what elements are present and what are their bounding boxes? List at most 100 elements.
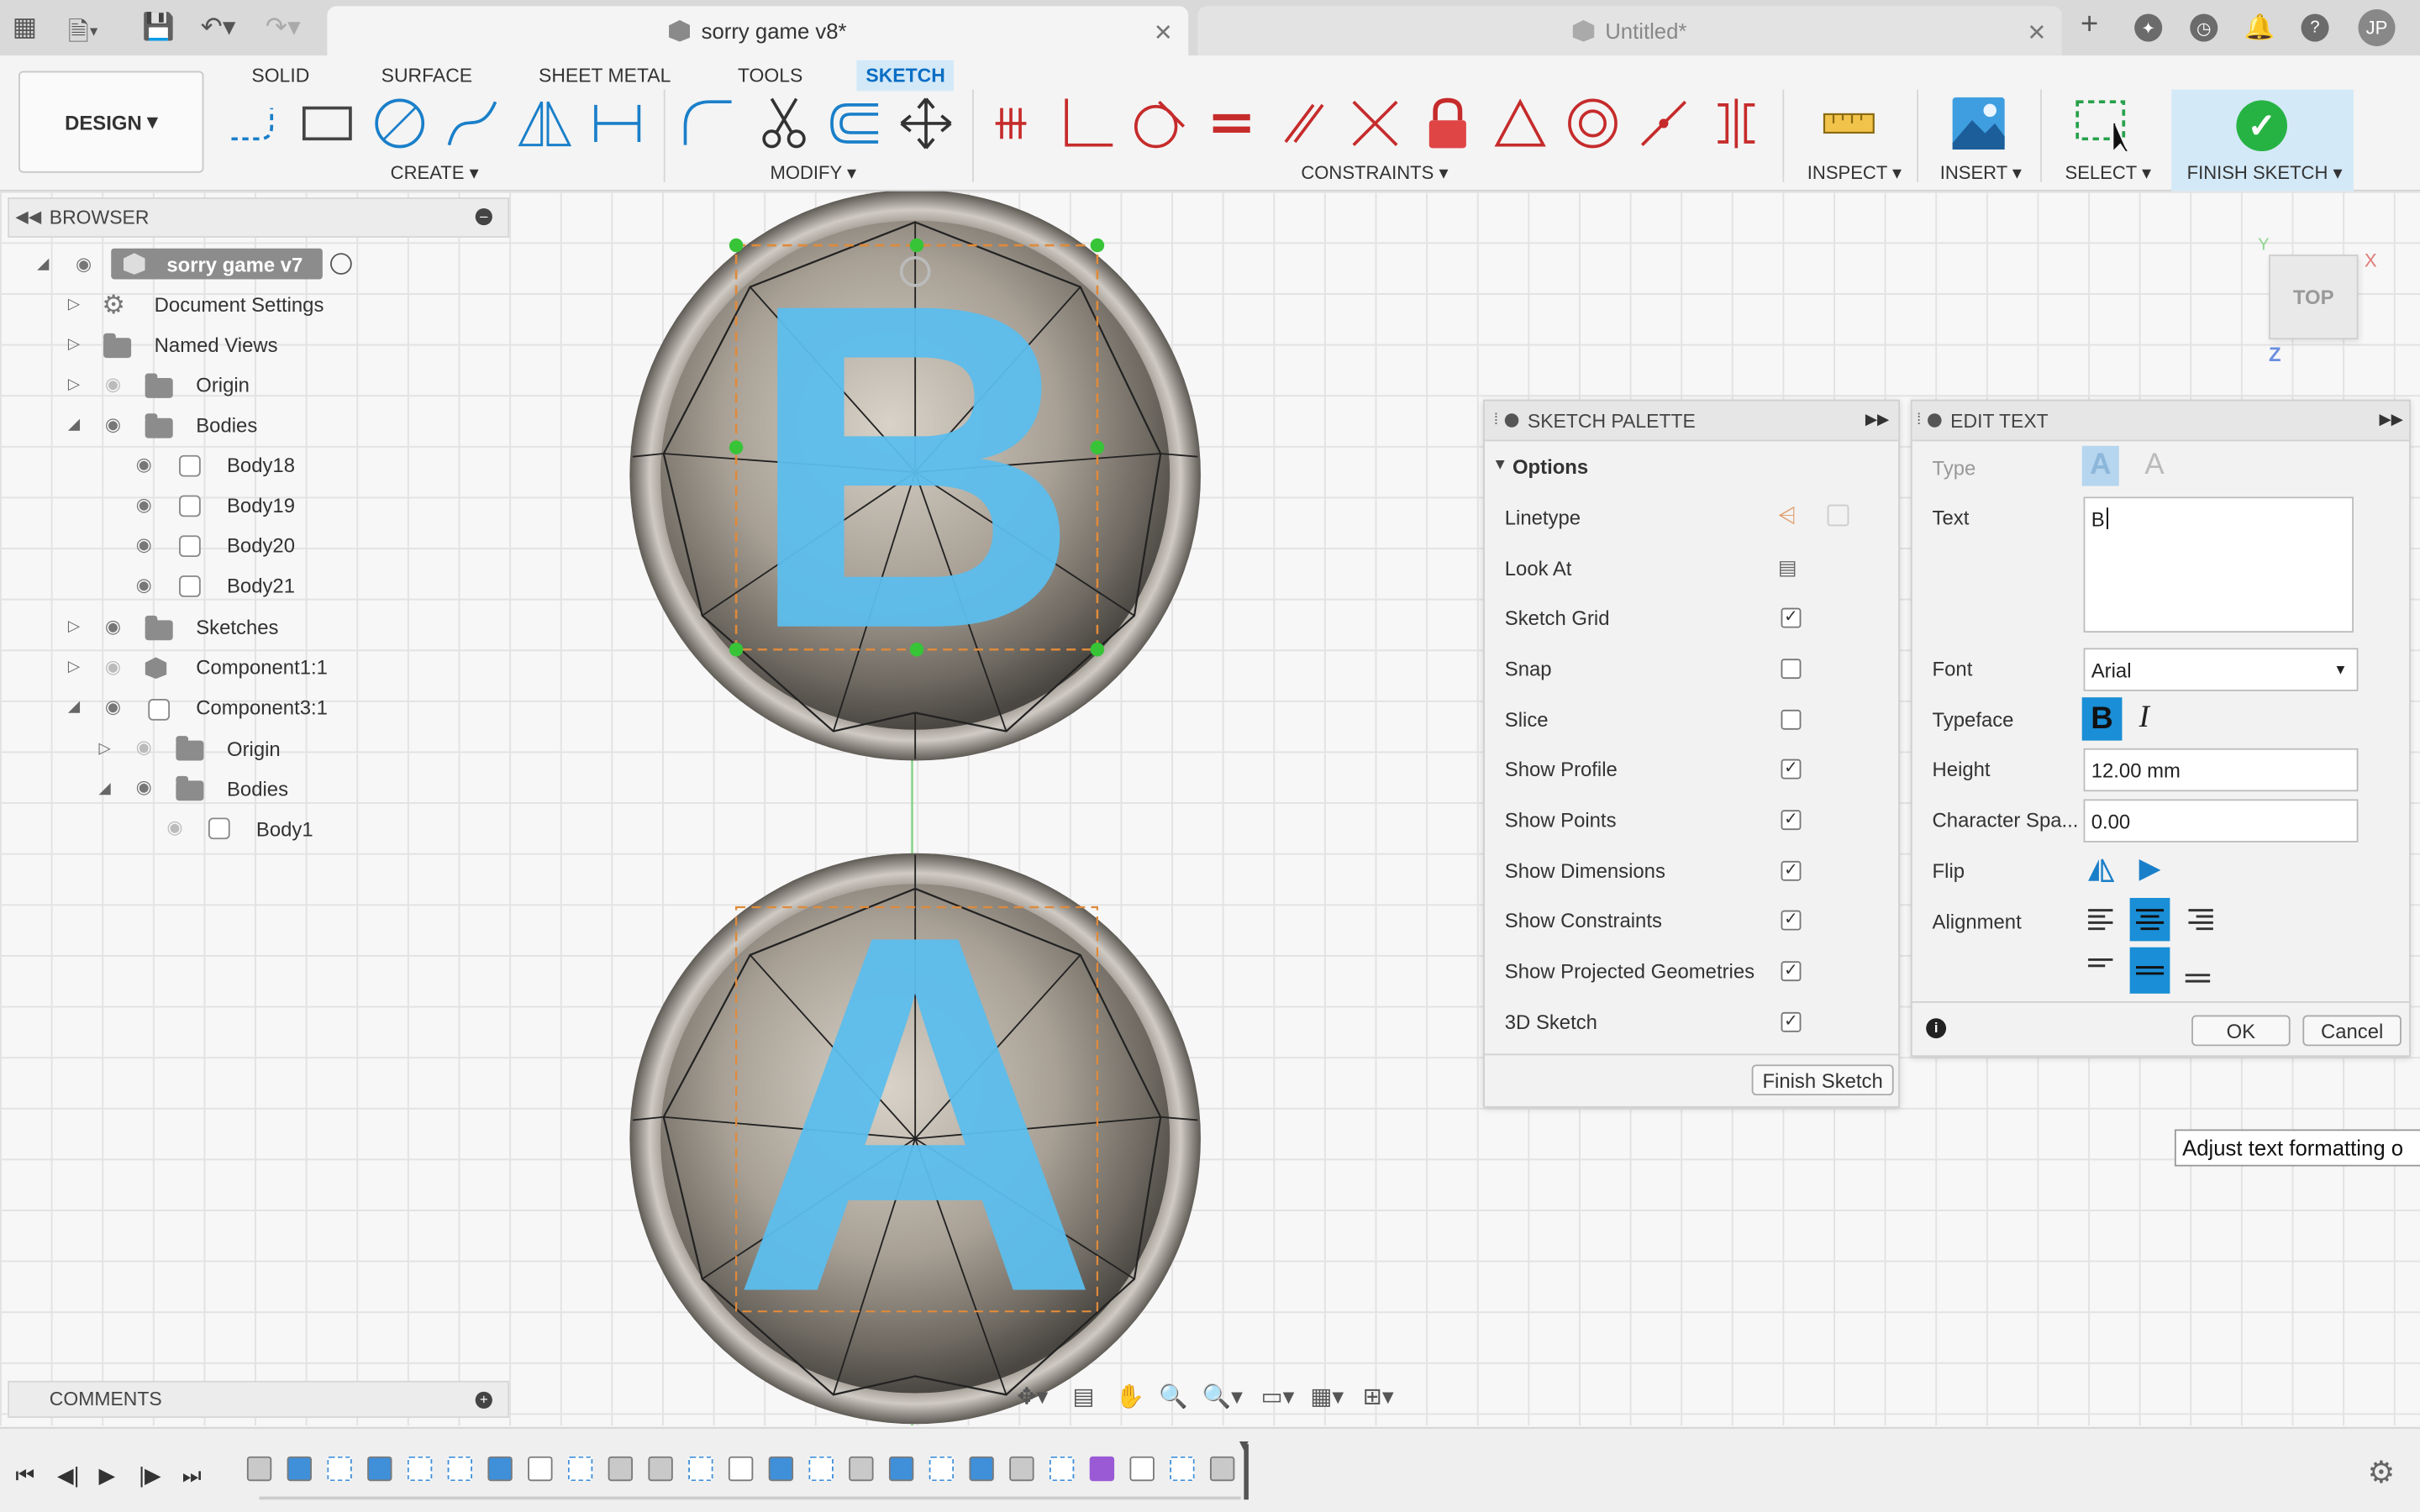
symmetry-icon[interactable] xyxy=(1708,96,1764,151)
sketch-grid-checkbox[interactable]: ✓ xyxy=(1781,607,1802,628)
browser-collapse-icon[interactable]: – xyxy=(475,207,492,226)
timeline-feature-icon[interactable] xyxy=(1049,1456,1075,1482)
user-avatar[interactable]: JP xyxy=(2358,9,2396,47)
timeline-feature-icon[interactable] xyxy=(246,1456,272,1482)
timeline-feature-icon[interactable] xyxy=(1170,1456,1195,1482)
expand-triangle-icon[interactable]: ▷ xyxy=(68,336,80,353)
italic-toggle[interactable]: I xyxy=(2139,701,2149,736)
show-dimensions-checkbox[interactable]: ✓ xyxy=(1781,860,1802,881)
tree-root[interactable]: sorry game v7 xyxy=(166,247,302,281)
activate-radio-icon[interactable] xyxy=(330,253,352,275)
inspect-menu[interactable]: INSPECT ▾ xyxy=(1807,162,1902,184)
insert-image-icon[interactable] xyxy=(1949,94,2008,153)
snap-checkbox[interactable] xyxy=(1781,659,1802,680)
go-to-start-icon[interactable]: ⏮ xyxy=(15,1462,34,1488)
expand-right-icon[interactable]: ▶▶ xyxy=(1865,412,1889,428)
concentric-icon[interactable] xyxy=(1565,96,1620,151)
go-to-end-icon[interactable]: ⏭ xyxy=(182,1462,202,1488)
align-right-icon[interactable] xyxy=(2184,907,2215,932)
timeline-feature-icon[interactable] xyxy=(688,1456,713,1482)
spline-icon[interactable] xyxy=(445,96,500,151)
font-select[interactable]: Arial ▼ xyxy=(2083,648,2359,691)
extensions-icon[interactable]: ✦ xyxy=(2134,13,2163,42)
align-top-icon[interactable] xyxy=(2086,957,2118,981)
show-constraints-checkbox[interactable]: ✓ xyxy=(1781,910,1802,931)
modify-menu[interactable]: MODIFY ▾ xyxy=(771,162,857,184)
hidden-eye-icon[interactable]: ◉ xyxy=(105,656,121,678)
redo-icon[interactable]: ↷▾ xyxy=(266,13,301,44)
visibility-eye-icon[interactable]: ◉ xyxy=(136,454,152,475)
tab-sorry-game[interactable]: sorry game v8* ✕ xyxy=(327,6,1189,56)
drag-handle-icon[interactable]: ⁞ xyxy=(1917,412,1921,428)
token-b[interactable]: B xyxy=(629,191,1201,761)
visibility-eye-icon[interactable]: ◉ xyxy=(136,533,152,555)
timeline-feature-icon[interactable] xyxy=(407,1456,433,1482)
fix-lock-icon[interactable] xyxy=(1420,96,1476,151)
timeline-feature-icon[interactable] xyxy=(608,1456,634,1482)
expand-triangle-icon[interactable]: ▷ xyxy=(68,376,80,393)
3d-sketch-checkbox[interactable]: ✓ xyxy=(1781,1011,1802,1032)
job-status-icon[interactable]: ◷ xyxy=(2190,13,2218,42)
play-icon[interactable]: ▶ xyxy=(99,1462,116,1488)
view-cube[interactable]: TOP xyxy=(2268,255,2359,340)
timeline-feature-icon[interactable] xyxy=(1209,1456,1235,1482)
timeline-feature-icon[interactable] xyxy=(728,1456,754,1482)
dialog-collapse-icon[interactable] xyxy=(1927,413,1942,428)
measure-ruler-icon[interactable] xyxy=(1821,96,1876,151)
tree-item-bodies-sub[interactable]: Bodies xyxy=(227,771,288,805)
equal-icon[interactable] xyxy=(1204,96,1260,151)
timeline-feature-icon[interactable] xyxy=(808,1456,834,1482)
tree-item-body21[interactable]: Body21 xyxy=(227,568,295,601)
tree-item-body1[interactable]: Body1 xyxy=(256,811,313,845)
timeline-feature-icon[interactable] xyxy=(1009,1456,1034,1482)
timeline-feature-icon[interactable] xyxy=(447,1456,473,1482)
timeline-feature-icon[interactable] xyxy=(567,1456,593,1482)
expand-triangle-icon[interactable]: ▷ xyxy=(68,659,80,675)
show-profile-checkbox[interactable]: ✓ xyxy=(1781,759,1802,780)
tree-item-origin[interactable]: Origin xyxy=(196,367,250,401)
apps-grid-icon[interactable]: ▦ xyxy=(13,13,38,44)
circle-icon[interactable] xyxy=(372,96,428,151)
text-input[interactable]: B xyxy=(2083,496,2354,633)
expand-right-icon[interactable]: ▶▶ xyxy=(2379,412,2402,428)
tree-item-document-settings[interactable]: Document Settings xyxy=(155,287,324,321)
timeline-feature-icon[interactable] xyxy=(648,1456,673,1482)
step-forward-icon[interactable]: |▶︎ xyxy=(139,1462,160,1488)
file-menu-icon[interactable]: 🗎▾ xyxy=(68,13,99,57)
bold-toggle[interactable]: B xyxy=(2081,697,2123,741)
rectangle-icon[interactable] xyxy=(299,96,355,151)
tree-item-body20[interactable]: Body20 xyxy=(227,528,295,561)
visibility-eye-icon[interactable]: ◉ xyxy=(105,696,121,717)
tree-item-bodies[interactable]: Bodies xyxy=(196,407,257,441)
centerline-icon[interactable] xyxy=(1827,504,1849,527)
expand-triangle-icon[interactable]: ▷ xyxy=(68,297,80,313)
tab-untitled[interactable]: Untitled* ✕ xyxy=(1197,6,2062,56)
show-points-checkbox[interactable]: ✓ xyxy=(1781,810,1802,831)
align-bottom-icon[interactable] xyxy=(2184,966,2215,990)
show-projected-geometries-checkbox[interactable]: ✓ xyxy=(1781,961,1802,982)
timeline-feature-icon[interactable] xyxy=(1129,1456,1155,1482)
flip-horizontal-icon[interactable] xyxy=(2086,858,2115,882)
create-menu[interactable]: CREATE ▾ xyxy=(391,162,479,184)
tree-item-body19[interactable]: Body19 xyxy=(227,487,295,521)
slice-checkbox[interactable] xyxy=(1781,709,1802,730)
align-middle-button[interactable] xyxy=(2129,947,2170,994)
tab-sketch[interactable]: SKETCH xyxy=(856,60,955,92)
dimension-icon[interactable] xyxy=(590,96,645,151)
hidden-eye-icon[interactable]: ◉ xyxy=(136,736,152,758)
palette-collapse-icon[interactable] xyxy=(1504,413,1518,428)
sketch-palette-header[interactable]: ⁞ SKETCH PALETTE ▶▶ xyxy=(1484,401,1899,442)
tab-tools[interactable]: TOOLS xyxy=(729,60,812,92)
close-tab-icon[interactable]: ✕ xyxy=(2027,18,2046,46)
drag-handle-icon[interactable]: ⁞ xyxy=(1494,412,1498,428)
undo-icon[interactable]: ↶▾ xyxy=(201,13,236,44)
comments-panel[interactable]: COMMENTS + xyxy=(8,1380,510,1418)
finish-sketch-menu[interactable]: FINISH SKETCH ▾ xyxy=(2187,162,2343,184)
visibility-eye-icon[interactable]: ◉ xyxy=(136,494,152,516)
mirror-icon[interactable] xyxy=(517,96,572,151)
tab-solid[interactable]: SOLID xyxy=(242,60,318,92)
workspace-switcher[interactable]: DESIGN ▾ xyxy=(18,71,204,173)
trim-scissors-icon[interactable] xyxy=(756,96,812,151)
select-menu[interactable]: SELECT ▾ xyxy=(2065,162,2152,184)
collapse-triangle-icon[interactable]: ◢ xyxy=(68,417,80,433)
